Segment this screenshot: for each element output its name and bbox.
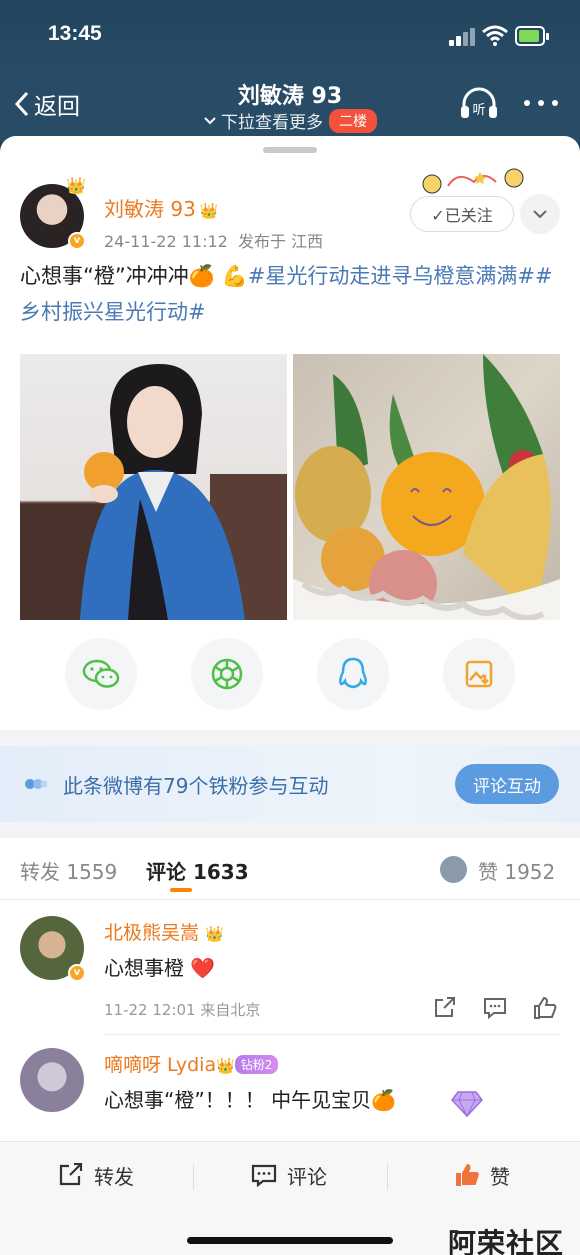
like-label: 赞 xyxy=(490,1164,510,1189)
verified-badge-icon: v xyxy=(68,232,86,250)
like-button[interactable]: 赞 xyxy=(454,1160,510,1190)
like-comment-icon[interactable] xyxy=(532,996,558,1020)
hashtag-link[interactable]: #星光行动走进寻乌橙意满满# xyxy=(248,264,535,288)
share-comment-icon[interactable] xyxy=(432,996,458,1020)
qq-icon xyxy=(339,657,367,689)
watermark-text: 阿荣社区 xyxy=(448,1227,565,1255)
vip-crown-icon: 👑 xyxy=(216,1057,235,1075)
share-moments-button[interactable] xyxy=(191,638,263,710)
headphones-icon: 听 xyxy=(461,87,497,118)
comment-interact-button[interactable]: 评论互动 xyxy=(455,764,559,804)
post-photo-2[interactable] xyxy=(293,354,560,620)
post-detail-sheet: 👑 v 刘敏涛 93 👑 24-11-22 11:12 发布于 江西 ✓已关注 心… xyxy=(0,136,580,1255)
listen-label: 听 xyxy=(472,103,485,118)
bottom-action-bar: 转发 评论 赞 阿荣社区 xyxy=(0,1141,580,1255)
listen-button[interactable]: 听 xyxy=(459,86,499,122)
repost-button[interactable]: 转发 xyxy=(58,1160,134,1190)
section-divider xyxy=(0,822,580,838)
active-tab-indicator xyxy=(170,888,192,892)
chevron-down-icon xyxy=(533,210,547,219)
moments-icon xyxy=(211,658,243,690)
commenter-avatar[interactable]: v xyxy=(20,916,86,982)
drag-handle[interactable] xyxy=(263,147,317,153)
post-menu-button[interactable] xyxy=(520,194,560,234)
chevron-down-icon xyxy=(204,116,216,124)
fan-wave-icon xyxy=(25,779,48,789)
tab-comments[interactable]: 评论 1633 xyxy=(146,856,249,885)
reply-comment-icon[interactable] xyxy=(482,996,508,1020)
nav-bar: 返回 刘敏涛 93 下拉查看更多 二楼 听 xyxy=(0,72,580,142)
liker-avatar xyxy=(440,856,467,883)
author-name[interactable]: 刘敏涛 93 👑 xyxy=(104,193,219,222)
commenter-avatar[interactable] xyxy=(20,1048,84,1112)
status-bar: 13:45 xyxy=(0,0,580,72)
post-photo-1[interactable] xyxy=(20,354,287,620)
engagement-tabs: 转发 1559 评论 1633 赞 1952 xyxy=(0,838,580,900)
pull-down-label: 下拉查看更多 xyxy=(221,113,323,133)
commenter-name-text: 嘀嘀呀 Lydia xyxy=(104,1054,217,1076)
decor-sticker-icon xyxy=(422,168,524,194)
save-image-button[interactable] xyxy=(443,638,515,710)
author-name-text: 刘敏涛 93 xyxy=(104,197,196,221)
wifi-icon xyxy=(482,25,508,46)
share-qq-button[interactable] xyxy=(317,638,389,710)
post-text: 心想事“橙”冲冲冲🍊 💪#星光行动走进寻乌橙意满满##乡村振兴星光行动# xyxy=(20,258,560,330)
vip-crown-icon: 👑 xyxy=(205,925,224,943)
photo-woman-with-orange xyxy=(20,364,287,620)
share-wechat-button[interactable] xyxy=(65,638,137,710)
comment-text: 心想事“橙”！！！ 中午见宝贝🍊 xyxy=(104,1088,396,1112)
share-row xyxy=(0,638,580,714)
floor-badge: 二楼 xyxy=(329,108,377,133)
post-meta: 24-11-22 11:12 发布于 江西 xyxy=(104,228,323,252)
diamond-icon xyxy=(451,1091,483,1118)
author-avatar[interactable]: 👑 v xyxy=(20,176,86,250)
comment-icon xyxy=(251,1164,277,1187)
post-text-body: 心想事“橙”冲冲冲🍊 💪 xyxy=(20,264,248,288)
tab-repost[interactable]: 转发 1559 xyxy=(20,856,117,885)
bar-separator xyxy=(193,1164,194,1190)
cellular-signal-icon xyxy=(449,28,477,46)
tab-likes[interactable]: 赞 1952 xyxy=(478,856,555,885)
save-image-icon xyxy=(465,660,493,688)
comment-text: 心想事橙 ❤️ xyxy=(104,956,216,980)
home-indicator[interactable] xyxy=(187,1237,393,1244)
commenter-name-text: 北极熊吴嵩 xyxy=(104,922,200,944)
comment-label: 评论 xyxy=(287,1164,327,1189)
diamond-fan-badge: 钻粉2 xyxy=(234,1055,279,1074)
more-options-button[interactable] xyxy=(524,100,558,108)
commenter-name[interactable]: 嘀嘀呀 Lydia👑 钻粉2 xyxy=(104,1050,279,1077)
iron-fan-text: 此条微博有79个铁粉参与互动 xyxy=(63,774,329,798)
comment-divider xyxy=(104,1034,560,1035)
repost-label: 转发 xyxy=(94,1164,134,1189)
vip-crown-icon: 👑 xyxy=(199,202,219,220)
photo-fruit-basket xyxy=(293,354,560,620)
section-divider xyxy=(0,730,580,746)
crown-icon: 👑 xyxy=(66,176,86,195)
following-button[interactable]: ✓已关注 xyxy=(410,196,514,232)
status-time: 13:45 xyxy=(48,22,102,45)
verified-badge-icon: v xyxy=(68,964,86,982)
commenter-name[interactable]: 北极熊吴嵩 👑 xyxy=(104,918,224,945)
post-location: 发布于 江西 xyxy=(238,232,324,251)
repost-icon xyxy=(59,1163,83,1186)
battery-icon xyxy=(515,26,549,46)
wechat-icon xyxy=(82,659,120,688)
comment-button[interactable]: 评论 xyxy=(251,1160,327,1190)
thumbs-up-icon xyxy=(456,1164,479,1186)
post-date: 24-11-22 11:12 xyxy=(104,232,228,251)
bar-separator xyxy=(387,1164,388,1190)
iron-fan-banner: 此条微博有79个铁粉参与互动 评论互动 xyxy=(0,746,580,822)
comment-meta: 11-22 12:01 来自北京 xyxy=(104,1001,261,1019)
